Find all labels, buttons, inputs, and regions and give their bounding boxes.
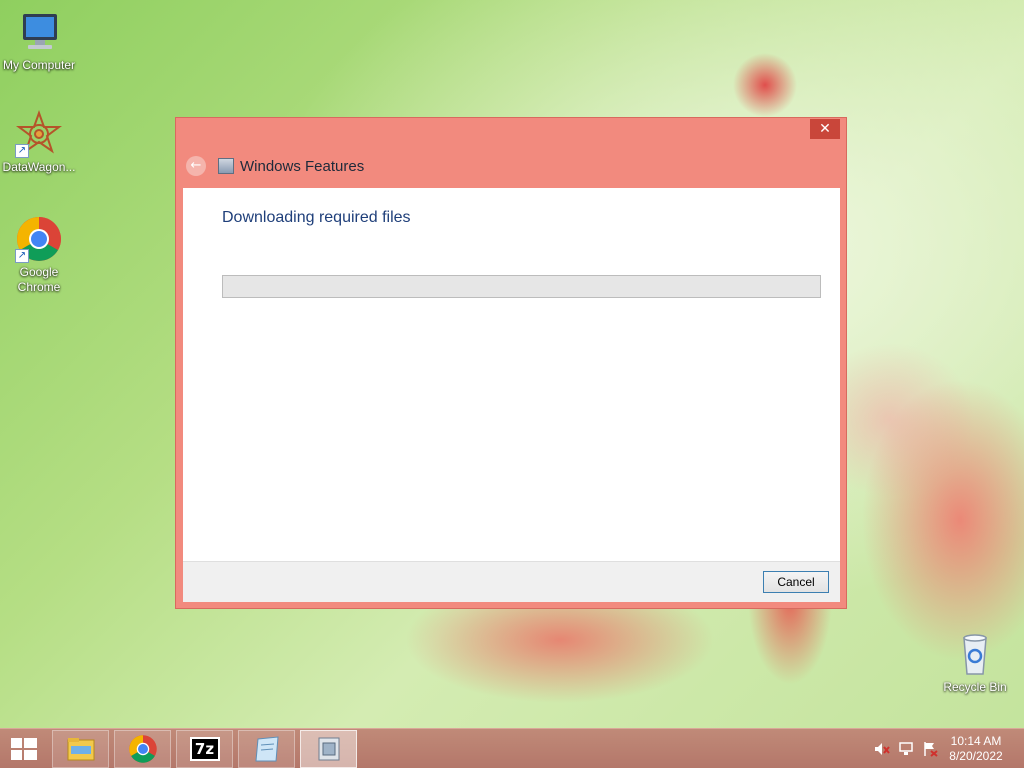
dialog-footer: Cancel [183,561,840,602]
windows-features-icon [318,737,339,761]
start-button[interactable] [8,737,40,761]
desktop-icon-label: My Computer [2,58,76,72]
desktop-icon-google-chrome[interactable]: ↗ Google Chrome [0,215,78,295]
network-icon[interactable] [898,741,914,757]
7zip-icon: 7z [189,737,220,761]
clock-date: 8/20/2022 [949,749,1003,763]
file-explorer-icon [67,738,94,761]
taskbar-notepad[interactable] [238,730,295,768]
title-bar: ← Windows Features [186,156,364,176]
desktop-icon-label: DataWagon... [2,160,76,174]
recycle-bin-icon [951,630,999,678]
status-heading: Downloading required files [222,209,411,226]
notepad-icon [254,736,279,762]
computer-icon [15,8,63,56]
back-button[interactable]: ← [186,156,206,176]
taskbar-file-explorer[interactable] [52,730,109,768]
volume-muted-icon[interactable] [874,741,890,757]
download-progress-bar [222,275,821,298]
taskbar-google-chrome[interactable] [114,730,171,768]
system-clock[interactable]: 10:14 AM 8/20/2022 [948,734,1004,764]
taskbar: 7z 10:14 AM 8/20/2022 [0,728,1024,768]
datawagon-icon: ↗ [15,110,63,158]
desktop-icon-datawagon[interactable]: ↗ DataWagon... [0,110,78,175]
action-center-icon[interactable] [922,741,938,757]
close-button[interactable]: ✕ [810,119,840,139]
windows-features-dialog: ✕ ← Windows Features Downloading require… [175,117,847,609]
desktop-icon-label: Recycle Bin [943,680,1007,694]
chrome-icon [128,735,157,763]
shortcut-arrow-icon: ↗ [15,144,29,158]
windows-features-icon [218,158,234,174]
desktop-icon-my-computer[interactable]: My Computer [0,8,78,73]
dialog-content: Downloading required files [183,188,840,561]
shortcut-arrow-icon: ↗ [15,249,29,263]
clock-time: 10:14 AM [950,734,1002,748]
cancel-button[interactable]: Cancel [763,571,829,593]
desktop-icon-label: Google Chrome [17,265,61,294]
taskbar-7zip[interactable]: 7z [176,730,233,768]
window-title: Windows Features [240,157,365,175]
taskbar-windows-features[interactable] [300,730,357,768]
windows-logo-icon [11,738,37,760]
chrome-icon: ↗ [15,215,63,263]
desktop-icon-recycle-bin[interactable]: Recycle Bin [936,630,1014,695]
